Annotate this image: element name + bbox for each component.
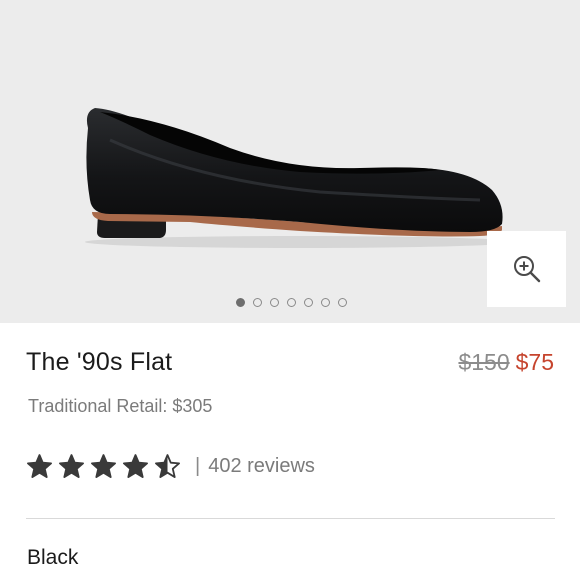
star-full-icon	[59, 454, 84, 478]
product-title: The '90s Flat	[26, 348, 173, 376]
gallery-dot[interactable]	[235, 298, 245, 307]
gallery-dot[interactable]	[286, 298, 296, 307]
star-full-icon	[91, 454, 116, 478]
reviews-link[interactable]: 402 reviews	[208, 455, 315, 478]
gallery-dot[interactable]	[337, 298, 347, 307]
star-full-icon	[123, 454, 148, 478]
rating-row[interactable]: | 402 reviews	[26, 453, 315, 480]
gallery-dot[interactable]	[269, 298, 279, 307]
sale-price: $75	[515, 349, 554, 375]
gallery-pagination	[0, 298, 580, 307]
gallery-dot[interactable]	[320, 298, 330, 307]
color-label: Black	[27, 546, 79, 569]
star-full-icon	[27, 454, 52, 478]
zoom-in-icon	[513, 256, 540, 283]
gallery-dot[interactable]	[303, 298, 313, 307]
gallery-dot[interactable]	[252, 298, 262, 307]
product-image-area[interactable]	[0, 0, 580, 323]
traditional-retail-price: Traditional Retail: $305	[28, 396, 213, 416]
original-price: $150	[458, 349, 510, 375]
star-half-icon	[155, 454, 180, 478]
price: $150 $75	[458, 349, 554, 376]
divider	[26, 518, 555, 519]
rating-separator: |	[195, 455, 201, 477]
zoom-button[interactable]	[487, 231, 566, 307]
star-rating	[26, 453, 181, 480]
